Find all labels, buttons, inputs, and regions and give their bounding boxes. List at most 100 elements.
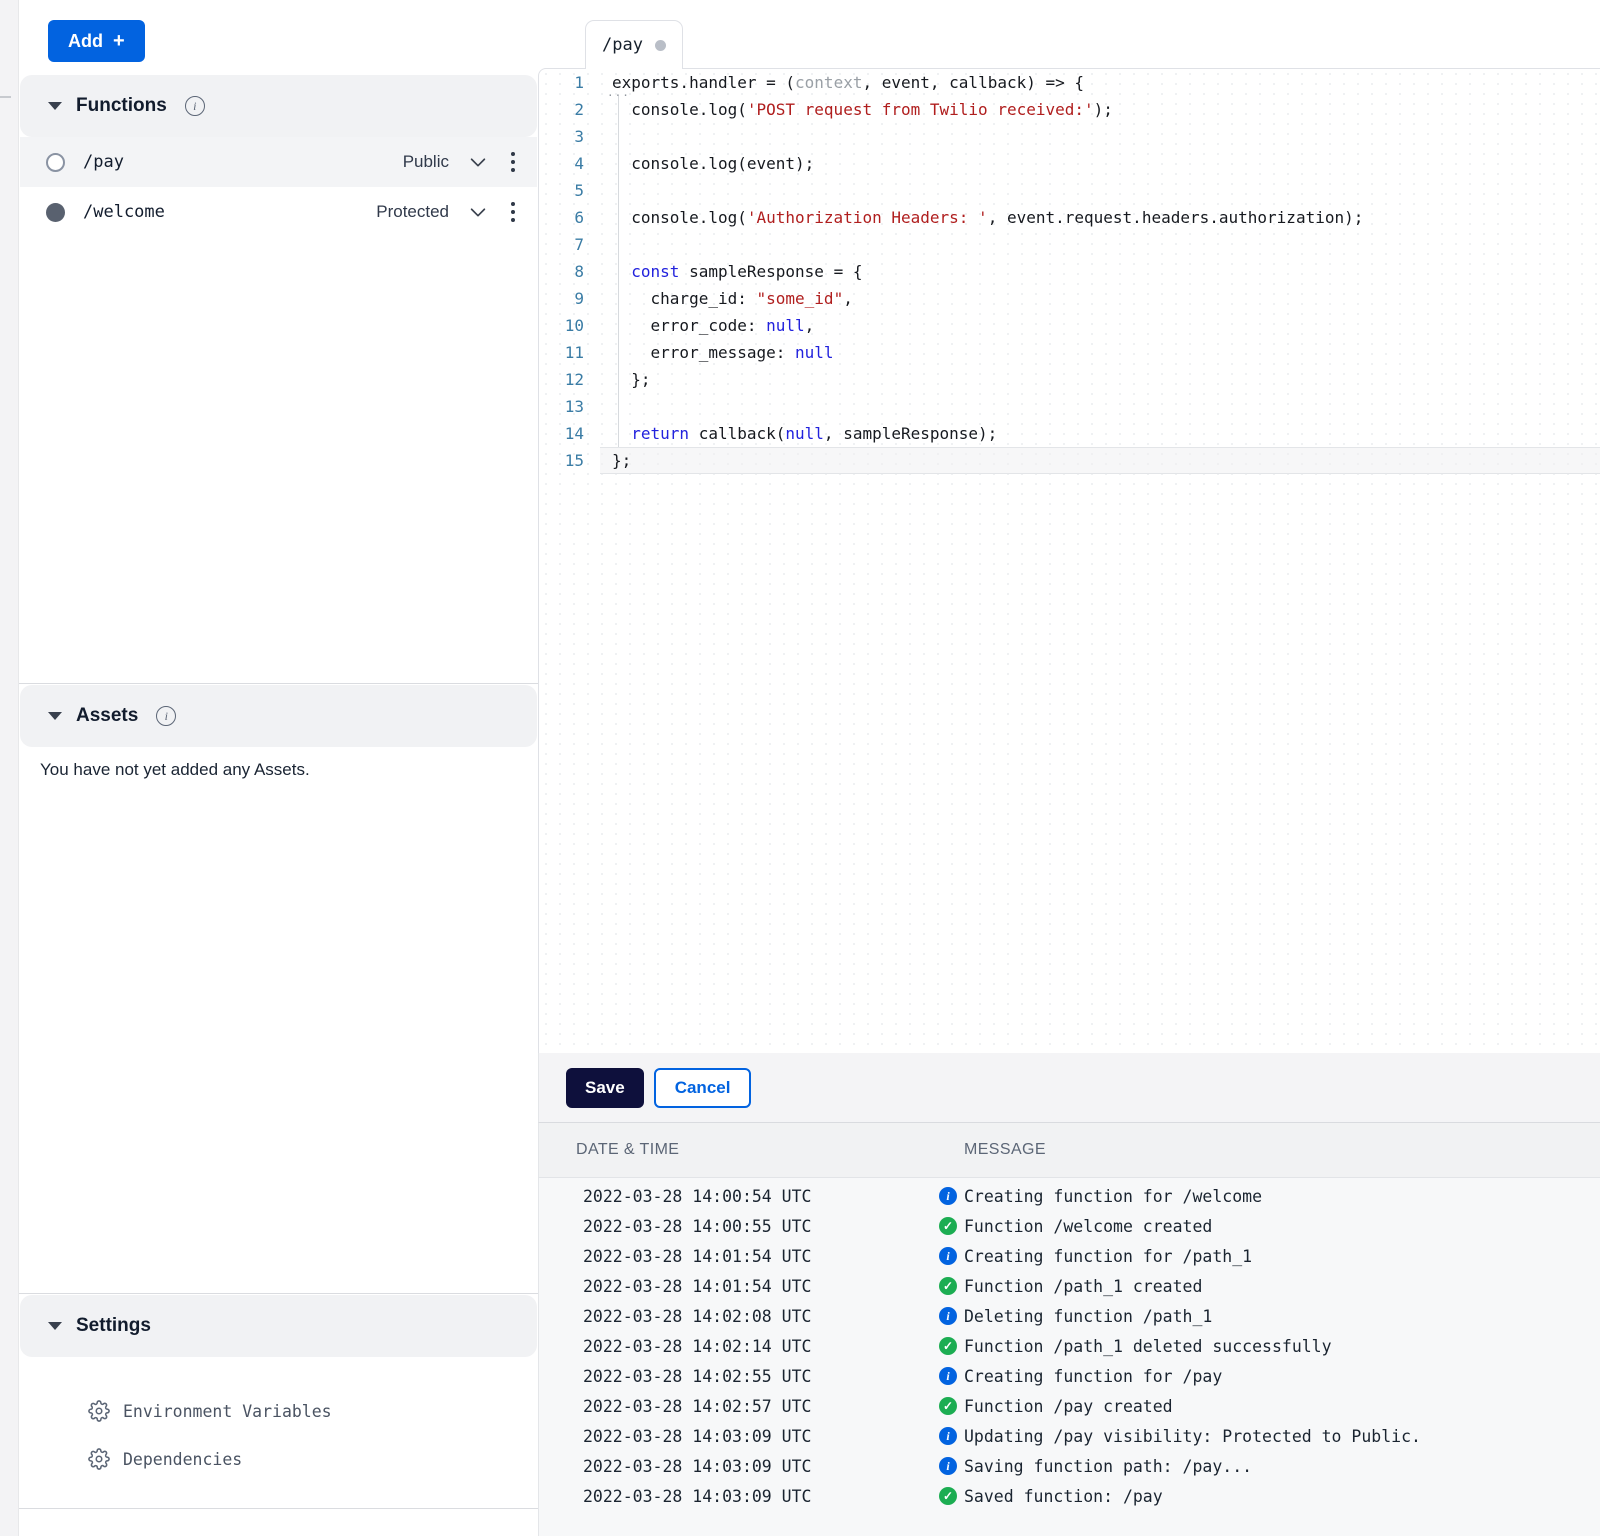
code-text: [600, 393, 1600, 420]
gear-icon: [88, 1448, 110, 1470]
code-text: };: [600, 447, 1600, 474]
code-line-14[interactable]: 14 return callback(null, sampleResponse)…: [539, 420, 1600, 447]
line-number: 1: [539, 69, 600, 96]
caret-down-icon: [48, 102, 62, 110]
code-line-4[interactable]: 4 console.log(event);: [539, 150, 1600, 177]
kebab-menu-icon[interactable]: [505, 202, 521, 222]
code-line-11[interactable]: 11 error_message: null: [539, 339, 1600, 366]
plus-icon: +: [113, 30, 125, 53]
info-icon: [939, 1367, 957, 1385]
code-editor[interactable]: ··· 1exports.handler = (context, event, …: [538, 68, 1600, 1053]
log-table-header: DATE & TIME MESSAGE: [538, 1122, 1600, 1177]
log-message: Creating function for /path_1: [964, 1247, 1252, 1266]
function-path: /welcome: [83, 202, 376, 222]
settings-item-environment-variables[interactable]: Environment Variables: [88, 1396, 332, 1426]
settings-item-dependencies[interactable]: Dependencies: [88, 1444, 242, 1474]
rail-dash: [0, 96, 11, 98]
code-text: };: [600, 366, 1600, 393]
log-message: Function /pay created: [964, 1397, 1173, 1416]
add-button[interactable]: Add +: [48, 20, 145, 62]
log-timestamp: 2022-03-28 14:02:08 UTC: [583, 1307, 811, 1326]
log-timestamp: 2022-03-28 14:03:09 UTC: [583, 1427, 811, 1446]
save-button[interactable]: Save: [566, 1068, 644, 1108]
log-row: 2022-03-28 14:03:09 UTCSaved function: /…: [539, 1481, 1600, 1511]
function-row-welcome[interactable]: /welcomeProtected: [20, 187, 537, 237]
info-icon: [939, 1247, 957, 1265]
code-line-15[interactable]: 15};: [539, 447, 1600, 474]
function-status-icon: [46, 203, 65, 222]
functions-section-header[interactable]: Functions: [20, 75, 537, 137]
log-message: Saving function path: /pay...: [964, 1457, 1252, 1476]
kebab-menu-icon[interactable]: [505, 152, 521, 172]
function-row-pay[interactable]: /payPublic: [20, 137, 537, 187]
log-row: 2022-03-28 14:02:55 UTCCreating function…: [539, 1361, 1600, 1391]
line-number: 5: [539, 177, 600, 204]
info-icon[interactable]: [156, 706, 176, 726]
settings-section-header[interactable]: Settings: [20, 1295, 537, 1357]
code-line-12[interactable]: 12 };: [539, 366, 1600, 393]
code-line-5[interactable]: 5: [539, 177, 1600, 204]
log-row: 2022-03-28 14:03:09 UTC Updating /pay vis…: [539, 1421, 1600, 1451]
code-line-3[interactable]: 3: [539, 123, 1600, 150]
log-message: Updating /pay visibility: Protected to P…: [964, 1427, 1421, 1446]
code-line-6[interactable]: 6 console.log('Authorization Headers: ',…: [539, 204, 1600, 231]
code-text: const sampleResponse = {: [600, 258, 1600, 285]
info-icon: [939, 1307, 957, 1325]
action-bar: Save Cancel: [538, 1053, 1600, 1122]
log-message: Function /path_1 created: [964, 1277, 1202, 1296]
code-line-9[interactable]: 9 charge_id: "some_id",: [539, 285, 1600, 312]
code-line-7[interactable]: 7: [539, 231, 1600, 258]
code-line-1[interactable]: 1exports.handler = (context, event, call…: [539, 69, 1600, 96]
line-number: 13: [539, 393, 600, 420]
code-text: [600, 123, 1600, 150]
assets-section-header[interactable]: Assets: [20, 685, 537, 747]
log-row: 2022-03-28 14:01:54 UTC Creating function…: [539, 1241, 1600, 1271]
log-header-message: MESSAGE: [964, 1141, 1046, 1159]
sidebar: Add + Functions /payPublic/welcomeProtec…: [19, 0, 538, 1536]
log-message: Function /path_1 deleted successfully: [964, 1337, 1332, 1356]
caret-down-icon: [48, 712, 62, 720]
success-check-icon: [939, 1487, 957, 1505]
log-row: 2022-03-28 14:00:54 UTCCreating function…: [539, 1181, 1600, 1211]
success-check-icon: [939, 1397, 957, 1415]
add-button-label: Add: [68, 31, 103, 52]
log-timestamp: 2022-03-28 14:01:54 UTC: [583, 1247, 811, 1266]
chevron-down-icon[interactable]: [467, 151, 489, 173]
line-number: 8: [539, 258, 600, 285]
code-text: error_message: null: [600, 339, 1600, 366]
function-visibility: Public: [403, 152, 449, 172]
functions-title: Functions: [76, 95, 167, 117]
code-line-2[interactable]: 2 console.log('POST request from Twilio …: [539, 96, 1600, 123]
code-line-13[interactable]: 13: [539, 393, 1600, 420]
log-timestamp: 2022-03-28 14:00:54 UTC: [583, 1187, 811, 1206]
log-timestamp: 2022-03-28 14:02:14 UTC: [583, 1337, 811, 1356]
line-number: 2: [539, 96, 600, 123]
gear-icon: [88, 1400, 110, 1422]
info-icon: [939, 1187, 957, 1205]
log-header-date: DATE & TIME: [576, 1141, 679, 1159]
code-line-8[interactable]: 8 const sampleResponse = {: [539, 258, 1600, 285]
log-timestamp: 2022-03-28 14:03:09 UTC: [583, 1457, 811, 1476]
log-message: Function /welcome created: [964, 1217, 1212, 1236]
log-row: 2022-03-28 14:00:55 UTC Function /welcome…: [539, 1211, 1600, 1241]
fold-indicator-icon[interactable]: ···: [607, 89, 630, 102]
log-row: 2022-03-28 14:03:09 UTC Saving function p…: [539, 1451, 1600, 1481]
line-number: 15: [539, 447, 600, 474]
code-text: [600, 231, 1600, 258]
log-message: Deleting function /path_1: [964, 1307, 1212, 1326]
tab-pay[interactable]: /pay: [585, 20, 683, 69]
log-row: 2022-03-28 14:01:54 UTC Function /path_1 …: [539, 1271, 1600, 1301]
log-timestamp: 2022-03-28 14:00:55 UTC: [583, 1217, 811, 1236]
info-icon[interactable]: [185, 96, 205, 116]
log-timestamp: 2022-03-28 14:01:54 UTC: [583, 1277, 811, 1296]
assets-empty-message: You have not yet added any Assets.: [40, 760, 310, 780]
chevron-down-icon[interactable]: [467, 201, 489, 223]
log-row: 2022-03-28 14:02:57 UTCFunction /pay cre…: [539, 1391, 1600, 1421]
function-path: /pay: [83, 152, 403, 172]
code-line-10[interactable]: 10 error_code: null,: [539, 312, 1600, 339]
line-number: 10: [539, 312, 600, 339]
function-status-icon: [46, 153, 65, 172]
cancel-button[interactable]: Cancel: [654, 1068, 752, 1108]
code-text: return callback(null, sampleResponse);: [600, 420, 1600, 447]
tab-label: /pay: [602, 35, 643, 55]
